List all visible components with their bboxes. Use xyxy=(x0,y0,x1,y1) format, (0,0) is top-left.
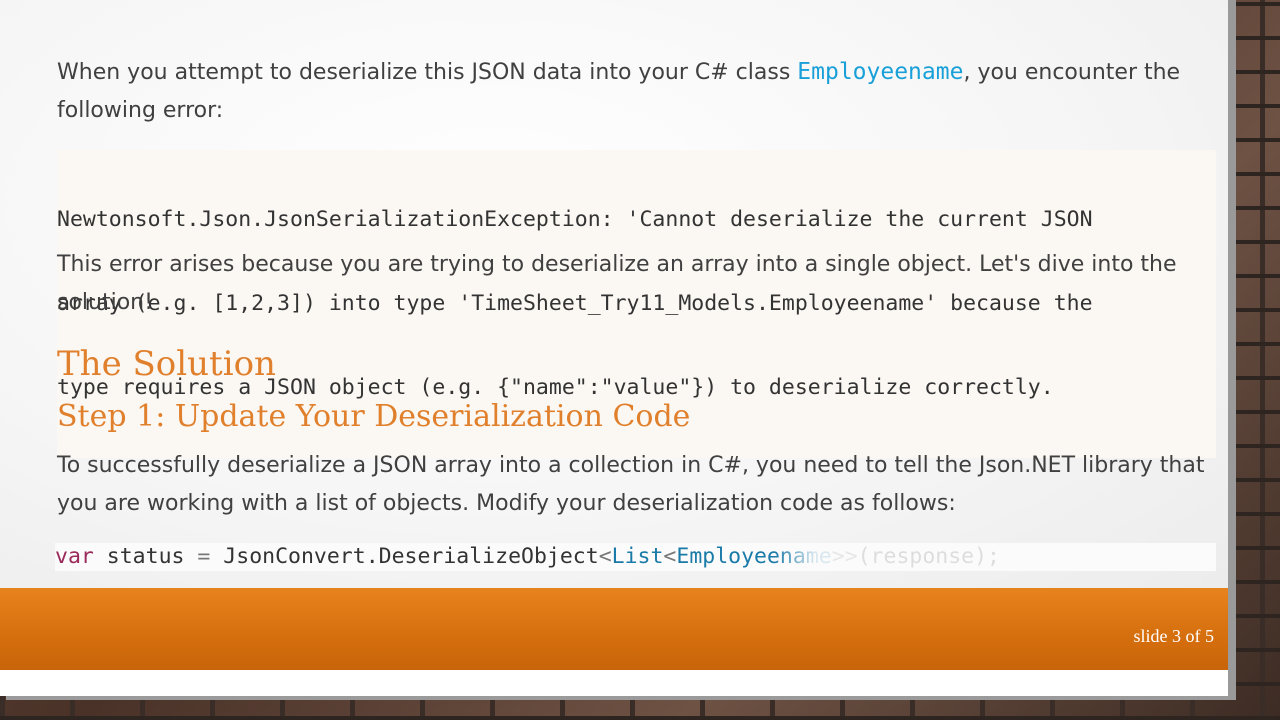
code-type-employeename: Employeename xyxy=(676,544,832,569)
code-arguments: (response); xyxy=(857,544,1000,569)
intro-text-before: When you attempt to deserialize this JSO… xyxy=(57,60,798,85)
intro-paragraph: When you attempt to deserialize this JSO… xyxy=(57,53,1217,130)
code-angle-bracket: < xyxy=(663,544,677,569)
explanation-paragraph: This error arises because you are trying… xyxy=(57,252,1177,315)
code-keyword: var xyxy=(55,544,94,569)
step1-heading: Step 1: Update Your Deserialization Code xyxy=(57,399,691,434)
slide-number: slide 3 of 5 xyxy=(1133,626,1215,646)
code-angle-bracket-close: >> xyxy=(831,544,858,569)
presentation-slide: When you attempt to deserialize this JSO… xyxy=(0,0,1228,696)
error-line: Newtonsoft.Json.JsonSerializationExcepti… xyxy=(57,207,1093,232)
code-operator: = xyxy=(197,544,211,569)
code-type-list: List xyxy=(611,544,664,569)
code-snippet: var status = JsonConvert.DeserializeObje… xyxy=(55,543,1216,571)
code-angle-bracket: < xyxy=(598,544,612,569)
instruction-paragraph: To successfully deserialize a JSON array… xyxy=(57,453,1205,516)
code-method-call: JsonConvert.DeserializeObject xyxy=(210,544,599,569)
code-identifier: status xyxy=(93,544,198,569)
class-name-inline-code: Employeename xyxy=(797,59,964,85)
slide-content-area: When you attempt to deserialize this JSO… xyxy=(0,0,1228,588)
solution-heading: The Solution xyxy=(57,344,276,384)
footer-band: slide 3 of 5 xyxy=(0,588,1228,670)
